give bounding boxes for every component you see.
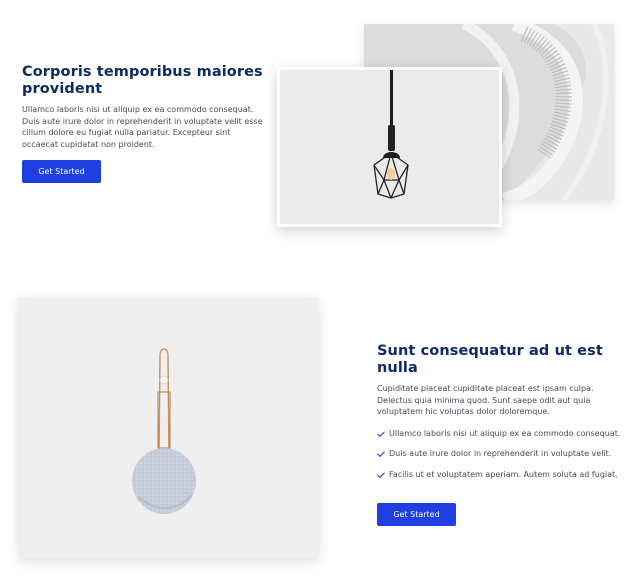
get-started-button[interactable]: Get Started [377, 503, 456, 526]
geometric-lamp-illustration [280, 70, 499, 224]
feature-item: Duis aute irure dolor in reprehenderit i… [377, 448, 622, 460]
feature-text: Duis aute irure dolor in reprehenderit i… [389, 449, 612, 458]
pendant-image [19, 297, 318, 558]
feature-item: Ullamco laboris nisi ut aliquip ex ea co… [377, 428, 622, 440]
check-icon [377, 451, 385, 457]
feature-text: Facilis ut et voluptatem aperiam. Autem … [389, 469, 618, 479]
round-pendant-illustration [19, 297, 318, 558]
section-2-content: Sunt consequatur ad ut est nulla Cupidit… [377, 343, 622, 526]
feature-list: Ullamco laboris nisi ut aliquip ex ea co… [377, 428, 622, 481]
get-started-button[interactable]: Get Started [22, 160, 101, 183]
section-1-content: Corporis temporibus maiores provident Ul… [22, 64, 267, 183]
check-icon [377, 430, 385, 437]
lamp-image [277, 67, 502, 227]
section-2-title: Sunt consequatur ad ut est nulla [377, 343, 603, 376]
feature-item: Facilis ut et voluptatem aperiam. Autem … [377, 469, 622, 481]
feature-text: Ullamco laboris nisi ut aliquip ex ea co… [389, 428, 621, 438]
section-2-description: Cupiditate placeat cupiditate placeat es… [377, 384, 594, 416]
section-1-title: Corporis temporibus maiores provident [22, 64, 263, 97]
section-1-description: Ullamco laboris nisi ut aliquip ex ea co… [22, 105, 263, 149]
check-icon [377, 471, 385, 478]
